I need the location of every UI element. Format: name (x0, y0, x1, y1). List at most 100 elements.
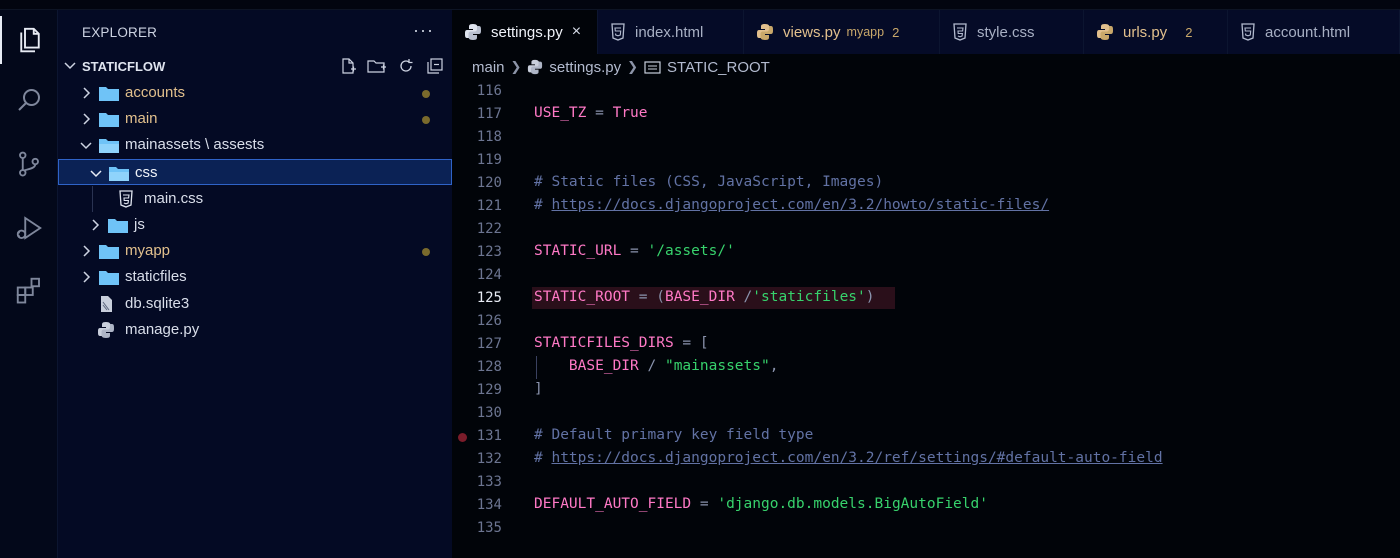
tab-style-css[interactable]: style.css (940, 10, 1084, 54)
code-token: BASE_DIR (568, 358, 639, 374)
search-icon[interactable] (0, 76, 58, 124)
code-line[interactable]: 131 # Default primary key field type (452, 425, 1400, 448)
project-header[interactable]: STATICFLOW (58, 54, 452, 78)
tree-item-css[interactable]: css (58, 159, 452, 185)
code-editor[interactable]: 116 117 USE_TZ = True 118 119 120 # Static fil… (452, 80, 1400, 558)
code-token: = (621, 243, 648, 259)
tab-label: index.html (635, 23, 704, 41)
breadcrumb-file[interactable]: settings.py (549, 59, 621, 76)
code-text: USE_TZ = True (534, 105, 648, 121)
line-number: 121 (476, 198, 502, 214)
run-debug-icon[interactable] (0, 204, 58, 252)
code-line[interactable]: 120 # Static files (CSS, JavaScript, Imag… (452, 172, 1400, 195)
tree-item-label: main.css (144, 190, 204, 207)
code-line[interactable]: 118 (452, 126, 1400, 149)
activity-bar (0, 10, 58, 558)
code-line[interactable]: 125 STATIC_ROOT = (BASE_DIR /'staticfiles… (452, 287, 1400, 310)
code-token: # Static files (CSS, JavaScript, Images) (534, 174, 884, 190)
tab-urls-py[interactable]: urls.py 2 (1084, 10, 1228, 54)
line-number: 125 (476, 290, 502, 306)
tree-item-myapp[interactable]: myapp (58, 238, 452, 264)
tree-item-staticfiles[interactable]: staticfiles (58, 264, 452, 290)
line-number: 126 (476, 313, 502, 329)
line-number: 123 (476, 244, 502, 260)
tree-item-mainassets[interactable]: mainassets \ assests (58, 132, 452, 158)
code-token: # (534, 197, 552, 213)
collapse-all-icon[interactable] (424, 56, 446, 76)
code-text: STATIC_URL = '/assets/' (534, 243, 735, 259)
tab-account-html[interactable]: account.html (1228, 10, 1400, 54)
chevron-right-icon: ❯ (510, 59, 522, 74)
chevron-right-icon: ❯ (627, 59, 639, 74)
code-line[interactable]: 128 BASE_DIR / "mainassets", (452, 356, 1400, 379)
more-actions-icon[interactable]: ··· (413, 20, 434, 41)
tree-item-accounts[interactable]: accounts (58, 80, 452, 106)
code-token: STATICFILES_DIRS (534, 335, 674, 351)
line-number: 132 (476, 451, 502, 467)
code-text: BASE_DIR / "mainassets", (534, 358, 779, 374)
database-file-icon (98, 295, 114, 318)
html-icon (1240, 23, 1256, 41)
extensions-icon[interactable] (0, 266, 58, 314)
line-number: 133 (476, 474, 502, 490)
tree-item-label: myapp (125, 242, 171, 259)
breadcrumb-folder[interactable]: main (472, 59, 505, 76)
line-number: 135 (476, 520, 502, 536)
source-control-icon[interactable] (0, 140, 58, 188)
line-number: 116 (476, 83, 502, 99)
close-icon[interactable]: × (572, 23, 581, 41)
code-line[interactable]: 123 STATIC_URL = '/assets/' (452, 241, 1400, 264)
folder-icon (98, 243, 120, 265)
code-line[interactable]: 127 STATICFILES_DIRS = [ (452, 333, 1400, 356)
code-line[interactable]: 126 (452, 310, 1400, 333)
breadcrumb-symbol[interactable]: STATIC_ROOT (667, 59, 770, 76)
code-token: / (734, 289, 753, 305)
tab-views-py[interactable]: views.py myapp 2 (744, 10, 940, 54)
code-line[interactable]: 129] (452, 379, 1400, 402)
code-token: # (534, 450, 552, 466)
code-token: USE_TZ (534, 105, 587, 121)
code-line[interactable]: 119 (452, 149, 1400, 172)
new-file-icon[interactable] (337, 56, 359, 76)
code-text: STATICFILES_DIRS = [ (534, 335, 709, 351)
tree-item-main[interactable]: main (58, 106, 452, 132)
tree-item-label: js (134, 216, 145, 233)
python-icon (527, 59, 543, 75)
tree-item-main-css[interactable]: main.css (58, 186, 452, 212)
modified-indicator (422, 90, 430, 98)
python-icon (464, 23, 482, 41)
tab-index-html[interactable]: index.html (598, 10, 744, 54)
code-line[interactable]: 134 DEFAULT_AUTO_FIELD = 'django.db.model… (452, 494, 1400, 517)
code-line[interactable]: 132 # https://docs.djangoproject.com/en/3… (452, 448, 1400, 471)
tree-item-label: manage.py (125, 321, 200, 338)
new-folder-icon[interactable] (366, 56, 388, 76)
folder-icon (107, 217, 129, 239)
chevron-right-icon (87, 217, 103, 238)
line-number: 134 (476, 497, 502, 513)
tree-item-label: main (125, 110, 158, 127)
code-line[interactable]: 130 (452, 402, 1400, 425)
tab-settings-py[interactable]: settings.py × (452, 10, 598, 54)
tree-item-db-sqlite3[interactable]: db.sqlite3 (58, 291, 452, 317)
chevron-right-icon (78, 85, 94, 106)
code-token: 'django.db.models.BigAutoField' (717, 496, 988, 512)
explorer-actions (337, 56, 446, 76)
tree-item-manage-py[interactable]: manage.py (58, 317, 452, 343)
explorer-icon[interactable] (0, 16, 58, 64)
tree-item-js[interactable]: js (58, 212, 452, 238)
code-line[interactable]: 121 # https://docs.djangoproject.com/en/3… (452, 195, 1400, 218)
line-number: 127 (476, 336, 502, 352)
css-file-icon (118, 190, 134, 213)
code-text: DEFAULT_AUTO_FIELD = 'django.db.models.B… (534, 496, 988, 512)
code-line[interactable]: 122 (452, 218, 1400, 241)
code-line[interactable]: 117 USE_TZ = True (452, 103, 1400, 126)
code-text: STATIC_ROOT = (BASE_DIR /'staticfiles') (534, 289, 875, 305)
code-text: # Default primary key field type (534, 427, 813, 443)
folder-icon (98, 111, 120, 133)
code-line[interactable]: 133 (452, 471, 1400, 494)
code-line[interactable]: 116 (452, 80, 1400, 103)
line-number: 122 (476, 221, 502, 237)
code-line[interactable]: 124 (452, 264, 1400, 287)
refresh-icon[interactable] (395, 56, 417, 76)
code-line[interactable]: 135 (452, 517, 1400, 540)
